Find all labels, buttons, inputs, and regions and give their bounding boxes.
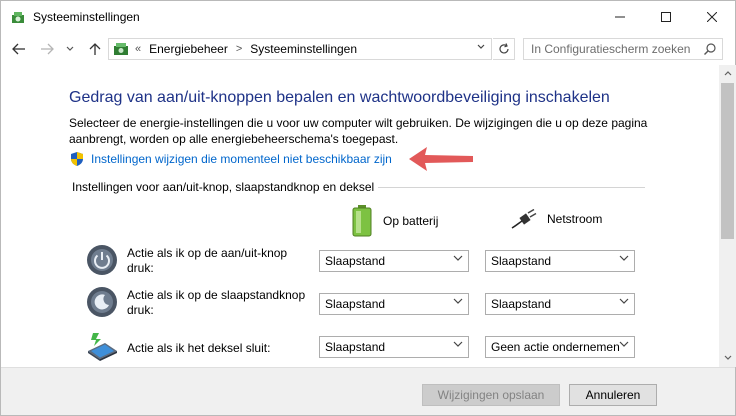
cancel-button[interactable]: Annuleren [569,384,657,406]
close-button[interactable] [689,1,735,33]
section-title-wrap: Instellingen voor aan/uit-knop, slaapsta… [69,180,379,196]
close-icon [707,12,717,22]
back-icon [12,43,25,55]
section-title: Instellingen voor aan/uit-knop, slaapsta… [72,180,375,194]
battery-column-header: Op batterij [351,205,438,237]
search-icon[interactable] [703,42,717,56]
sleep-button-battery-select[interactable]: Slaapstand [319,293,469,315]
sleep-button-plugged-select[interactable]: Slaapstand [485,293,635,315]
breadcrumb-systeeminstellingen[interactable]: Systeeminstellingen [250,42,357,56]
sleep-button-icon [87,287,117,317]
power-button-battery-select[interactable]: Slaapstand [319,250,469,272]
window-title: Systeeminstellingen [33,10,140,24]
battery-icon [352,205,372,237]
lid-close-plugged-select[interactable]: Geen actie ondernemen [485,336,635,358]
chevron-down-icon [724,355,731,360]
page-title: Gedrag van aan/uit-knoppen bepalen en wa… [69,89,610,106]
address-bar[interactable]: « Energiebeheer > Systeeminstellingen [108,38,492,60]
lid-close-label: Actie als ik het deksel sluit: [127,341,271,355]
sleep-button-battery-value: Slaapstand [325,297,386,311]
maximize-button[interactable] [643,1,689,33]
window: Systeeminstellingen « Energiebeheer > Sy… [0,0,736,416]
lid-close-battery-select[interactable]: Slaapstand [319,336,469,358]
minimize-icon [615,16,625,18]
lid-close-battery-value: Slaapstand [325,340,386,354]
chevron-down-icon [453,340,463,351]
address-overflow[interactable]: « [135,43,141,55]
annotation-arrow-icon [409,147,473,171]
power-button-label: Actie als ik op de aan/uit-knop druk: [127,246,288,275]
change-settings-link-text[interactable]: Instellingen wijzigen die momenteel niet… [91,152,392,166]
breadcrumb-separator[interactable]: > [236,43,242,55]
maximize-icon [661,12,671,22]
up-icon [89,43,101,55]
refresh-icon [498,43,509,54]
chevron-down-icon [453,297,463,308]
chevron-down-icon [619,340,629,351]
sleep-button-label: Actie als ik op de slaapstandknop druk: [127,288,306,317]
lid-close-row: Actie als ik het deksel sluit: Slaapstan… [1,329,719,369]
control-panel-icon [114,43,128,55]
scroll-down-button[interactable] [719,349,736,365]
plug-icon [511,209,537,229]
back-button[interactable] [9,39,29,59]
sleep-button-row: Actie als ik op de slaapstandknop druk: … [1,285,719,325]
recent-dropdown-icon [66,46,74,51]
address-dropdown-icon[interactable] [477,42,485,52]
power-button-plugged-select[interactable]: Slaapstand [485,250,635,272]
power-button-icon [87,245,117,275]
up-button[interactable] [85,39,105,59]
chevron-down-icon [453,254,463,265]
plugged-in-column-label: Netstroom [547,212,603,226]
navigation-bar: « Energiebeheer > Systeeminstellingen In… [1,33,735,65]
chevron-down-icon [619,297,629,308]
search-input[interactable]: In Configuratiescherm zoeken [523,38,723,60]
forward-icon [41,43,54,55]
laptop-lid-icon [88,333,117,361]
save-changes-button[interactable]: Wijzigingen opslaan [422,384,560,406]
chevron-down-icon [619,254,629,265]
plugged-in-column-header: Netstroom [511,209,602,229]
recent-locations-button[interactable] [63,39,77,59]
lid-close-plugged-value: Geen actie ondernemen [491,340,620,354]
title-bar: Systeeminstellingen [1,1,735,33]
footer-bar: Wijzigingen opslaan Annuleren [1,367,735,415]
scroll-up-button[interactable] [719,65,736,81]
chevron-up-icon [724,70,731,75]
sleep-button-plugged-value: Slaapstand [491,297,552,311]
refresh-button[interactable] [493,38,515,60]
forward-button[interactable] [37,39,57,59]
change-settings-link[interactable]: Instellingen wijzigen die momenteel niet… [69,151,392,167]
main-content: Gedrag van aan/uit-knoppen bepalen en wa… [1,65,719,365]
vertical-scrollbar[interactable] [719,65,736,367]
search-placeholder: In Configuratiescherm zoeken [531,42,691,56]
breadcrumb-energiebeheer[interactable]: Energiebeheer [149,42,228,56]
power-button-row: Actie als ik op de aan/uit-knop druk: Sl… [1,243,719,283]
app-icon [12,12,24,23]
minimize-button[interactable] [597,1,643,33]
scroll-thumb[interactable] [721,83,734,239]
power-button-battery-value: Slaapstand [325,254,386,268]
shield-icon [71,152,83,166]
power-button-plugged-value: Slaapstand [491,254,552,268]
page-description: Selecteer de energie-instellingen die u … [69,116,648,146]
battery-column-label: Op batterij [383,214,439,228]
